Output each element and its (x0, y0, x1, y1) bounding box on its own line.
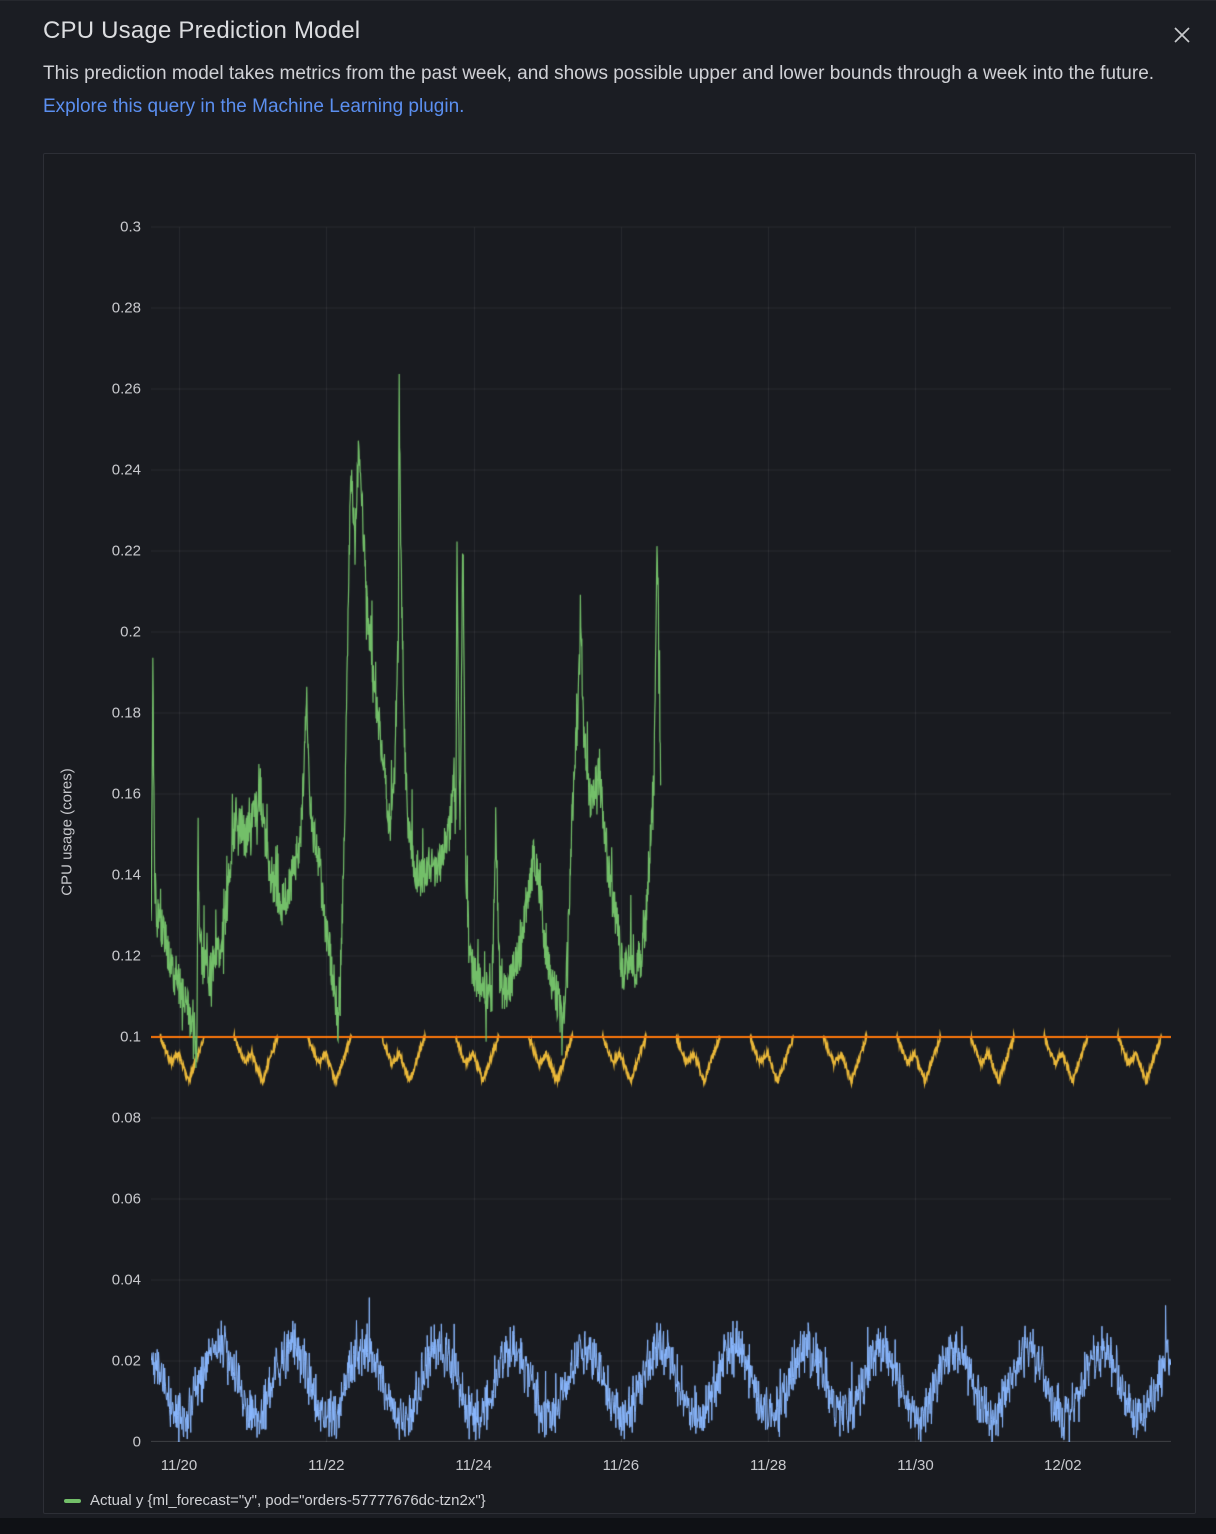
y-tick-label: 0.06 (111, 1190, 141, 1208)
legend-label[interactable]: Actual y {ml_forecast="y", pod="orders-5… (90, 1492, 486, 1509)
y-tick-label: 0.18 (111, 704, 141, 722)
x-tick-label: 11/20 (160, 1457, 198, 1474)
description-text: This prediction model takes metrics from… (43, 63, 1155, 84)
y-tick-label: 0.08 (111, 1109, 141, 1127)
y-tick-label: 0.02 (111, 1352, 141, 1370)
modal-header: CPU Usage Prediction Model This predicti… (43, 17, 1156, 123)
y-tick-label: 0.04 (111, 1271, 141, 1289)
y-tick-label: 0.22 (111, 542, 141, 560)
ml-plugin-link[interactable]: Explore this query in the Machine Learni… (43, 96, 464, 117)
chart-canvas[interactable] (151, 207, 1171, 1442)
close-button[interactable] (1168, 21, 1196, 49)
x-tick-label: 12/02 (1044, 1457, 1082, 1474)
prediction-model-modal: CPU Usage Prediction Model This predicti… (0, 0, 1216, 1534)
y-tick-label: 0 (132, 1433, 141, 1451)
modal-description: This prediction model takes metrics from… (43, 57, 1183, 123)
x-tick-label: 11/24 (455, 1457, 492, 1474)
legend: Actual y {ml_forecast="y", pod="orders-5… (64, 1492, 486, 1509)
x-tick-label: 11/28 (749, 1457, 787, 1474)
y-tick-label: 0.12 (111, 947, 141, 965)
modal-title: CPU Usage Prediction Model (43, 17, 361, 44)
y-tick-label: 0.14 (111, 866, 141, 884)
x-tick-label: 11/22 (308, 1457, 345, 1474)
y-tick-label: 0.3 (120, 218, 141, 236)
y-tick-label: 0.16 (111, 785, 141, 803)
y-tick-label: 0.1 (120, 1028, 141, 1046)
chart-panel: CPU usage (cores) 0 0.02 0.04 0.06 0.08 0.1 0.… (43, 153, 1196, 1514)
x-tick-label: 11/26 (602, 1457, 640, 1474)
y-tick-label: 0.2 (120, 623, 141, 641)
y-tick-label: 0.24 (111, 461, 141, 479)
modal-bottom-edge (0, 1518, 1216, 1534)
y-tick-label: 0.26 (111, 380, 141, 398)
legend-swatch-icon (64, 1498, 81, 1503)
y-tick-label: 0.28 (111, 299, 141, 317)
x-tick-label: 11/30 (897, 1457, 934, 1474)
close-icon (1168, 24, 1196, 46)
